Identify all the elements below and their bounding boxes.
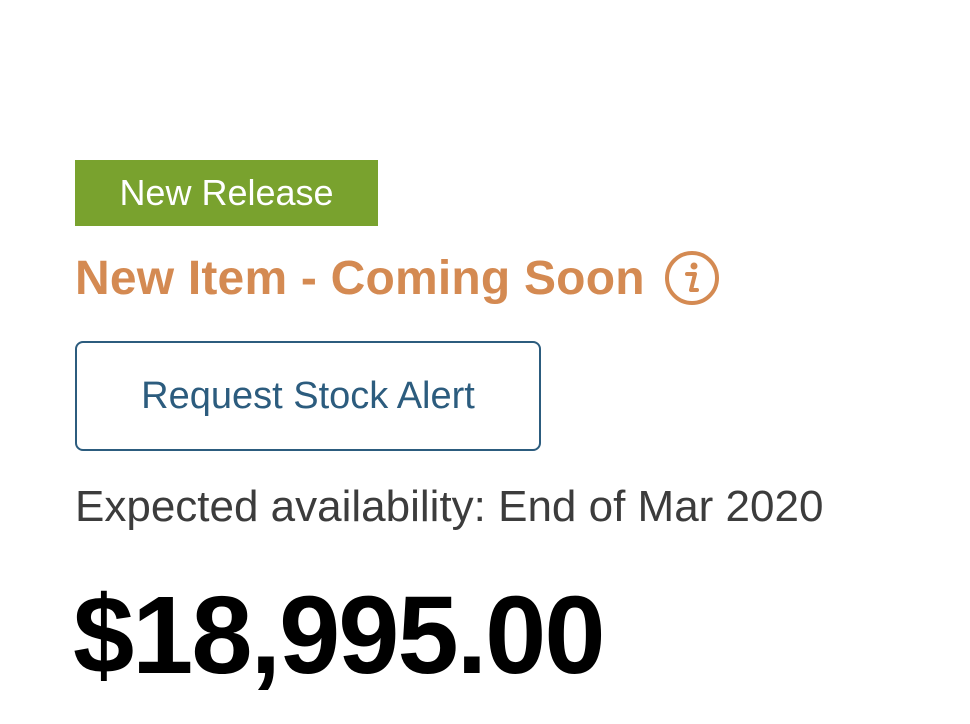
- price: $18,995.00: [73, 574, 606, 697]
- product-availability-panel: New Release New Item - Coming Soon Reque…: [0, 0, 970, 724]
- info-icon[interactable]: [663, 249, 721, 307]
- status-row: New Item - Coming Soon: [75, 244, 721, 312]
- new-release-badge: New Release: [75, 160, 378, 226]
- expected-availability-text: Expected availability: End of Mar 2020: [75, 482, 824, 531]
- request-stock-alert-button[interactable]: Request Stock Alert: [75, 341, 541, 451]
- status-text: New Item - Coming Soon: [75, 251, 645, 305]
